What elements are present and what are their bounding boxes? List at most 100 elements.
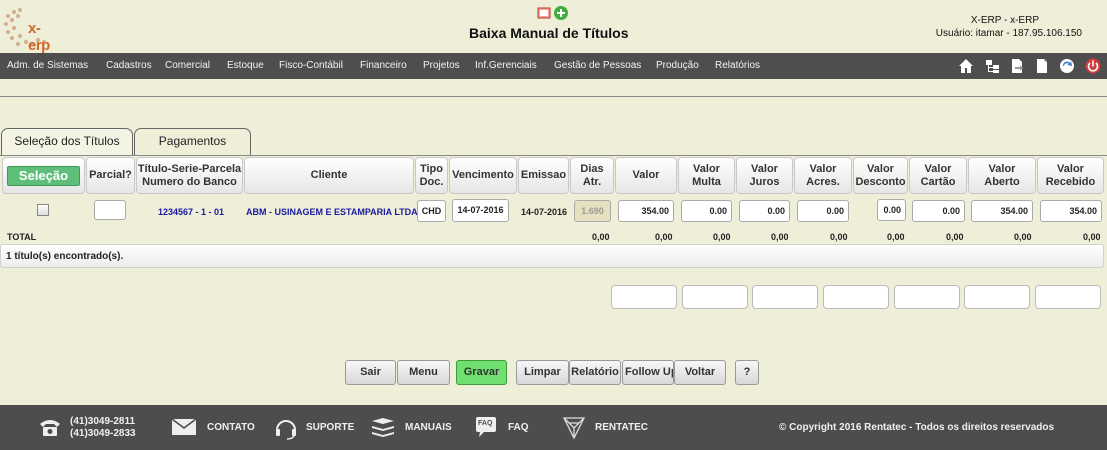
header-emissao: Emissao (518, 157, 569, 194)
tree-icon[interactable] (984, 58, 1000, 74)
company-label: X-ERP - x-ERP (970, 15, 1039, 26)
cliente-link[interactable]: ABM - USINAGEM E ESTAMPARIA LTDA. (246, 207, 420, 217)
phone-number-1: (41)3049-2811 (70, 416, 136, 427)
header-action-icons (537, 5, 571, 21)
summary-box-4 (823, 285, 889, 309)
document-icon[interactable] (1034, 58, 1050, 74)
valor-recebido-input[interactable]: 354.00 (1040, 200, 1102, 222)
header-dias-atr: Dias Atr. (570, 157, 614, 194)
limpar-button[interactable]: Limpar (516, 360, 569, 385)
dias-atr-field: 1.690 (574, 200, 611, 222)
total-label: TOTAL (7, 232, 37, 242)
total-extra: 0,00 (1083, 232, 1101, 242)
summary-box-7 (1035, 285, 1101, 309)
total-aberto: 0,00 (946, 232, 964, 242)
total-juros: 0,00 (713, 232, 731, 242)
total-cartao: 0,00 (887, 232, 905, 242)
power-icon[interactable] (1085, 58, 1101, 74)
refresh-icon[interactable] (1059, 58, 1075, 74)
menu-fisco-contabil[interactable]: Fisco-Contábil (279, 60, 343, 71)
menu-producao[interactable]: Produção (656, 60, 699, 71)
menu-comercial[interactable]: Comercial (165, 60, 210, 71)
header-cliente: Cliente (244, 157, 414, 194)
valor-acres-input[interactable]: 0.00 (797, 200, 849, 222)
header-vencimento: Vencimento (449, 157, 517, 194)
menu-projetos[interactable]: Projetos (423, 60, 460, 71)
row-select-checkbox[interactable] (37, 204, 49, 216)
tab-pagamentos[interactable]: Pagamentos (134, 128, 251, 155)
valor-aberto-field: 354.00 (971, 200, 1033, 222)
logo-text: x-erp (28, 20, 50, 54)
separator-line (0, 96, 1107, 97)
relatorio-button[interactable]: Relatório (569, 360, 621, 385)
suporte-link[interactable]: SUPORTE (306, 422, 354, 433)
new-window-icon (537, 7, 551, 19)
rentatec-logo-icon (561, 415, 587, 444)
manuais-link[interactable]: MANUAIS (405, 422, 452, 433)
menu-button[interactable]: Menu (397, 360, 450, 385)
summary-box-1 (611, 285, 677, 309)
header-valor-recebido: Valor Recebido (1037, 157, 1104, 194)
voltar-button[interactable]: Voltar (674, 360, 726, 385)
titulo-link[interactable]: 1234567 - 1 - 01 (158, 207, 224, 217)
headset-icon (274, 416, 298, 443)
header-valor-desconto: Valor Desconto (853, 157, 908, 194)
emissao-value: 14-07-2016 (521, 207, 568, 217)
parcial-input[interactable] (94, 200, 126, 220)
help-button[interactable]: ? (735, 360, 759, 385)
selection-button[interactable]: Seleção (7, 166, 80, 186)
menu-relatorios[interactable]: Relatórios (715, 60, 760, 71)
valor-multa-input[interactable]: 0.00 (681, 200, 732, 222)
header-valor-multa: Valor Multa (678, 157, 735, 194)
header-tipo-doc: Tipo Doc. (415, 157, 448, 194)
header-valor-acres: Valor Acres. (794, 157, 852, 194)
menu-estoque[interactable]: Estoque (227, 60, 264, 71)
vencimento-field[interactable]: 14-07-2016 (452, 199, 509, 222)
header-valor-juros: Valor Juros (736, 157, 793, 194)
summary-box-3 (752, 285, 818, 309)
main-menu-bar: Adm. de Sistemas Cadastros Comercial Est… (0, 53, 1107, 79)
menu-gestao-pessoas[interactable]: Gestão de Pessoas (554, 60, 641, 71)
menu-inf-gerenciais[interactable]: Inf.Gerenciais (475, 60, 537, 71)
faq-link[interactable]: FAQ (508, 422, 529, 433)
results-count: 1 título(s) encontrado(s). (6, 251, 124, 262)
header-valor-aberto: Valor Aberto (968, 157, 1036, 194)
page-title-text: Baixa Manual de Títulos (469, 25, 629, 41)
results-bar: 1 título(s) encontrado(s). (0, 244, 1104, 268)
valor-field: 354.00 (618, 200, 674, 222)
rentatec-link[interactable]: RENTATEC (595, 422, 648, 433)
total-multa: 0,00 (655, 232, 673, 242)
contato-link[interactable]: CONTATO (207, 422, 255, 433)
books-icon (371, 417, 395, 442)
header-valor-cartao: Valor Cartão (909, 157, 967, 194)
menu-cadastros[interactable]: Cadastros (106, 60, 152, 71)
tab-selecao-titulos[interactable]: Seleção dos Títulos (1, 128, 133, 155)
valor-juros-input[interactable]: 0.00 (739, 200, 790, 222)
home-icon[interactable] (958, 58, 974, 74)
total-valor: 0,00 (592, 232, 610, 242)
xerp-logo[interactable]: x-erp (2, 6, 60, 54)
header-valor: Valor (615, 157, 677, 194)
total-recebido: 0,00 (1014, 232, 1032, 242)
envelope-icon (171, 418, 197, 438)
phone-icon (38, 416, 62, 441)
tab-separator (0, 155, 1107, 156)
gravar-button[interactable]: Gravar (456, 360, 507, 385)
header-parcial: Parcial? (86, 157, 135, 194)
summary-box-6 (964, 285, 1030, 309)
menu-adm-sistemas[interactable]: Adm. de Sistemas (7, 60, 88, 71)
export-icon[interactable] (1009, 58, 1025, 74)
faq-icon-badge: FAQ (478, 420, 493, 427)
valor-cartao-input[interactable]: 0.00 (912, 200, 965, 222)
total-desconto: 0,00 (830, 232, 848, 242)
valor-desconto-input[interactable]: 0.00 (877, 199, 906, 221)
user-info-label: Usuário: itamar - 187.95.106.150 (935, 28, 1082, 39)
sair-button[interactable]: Sair (345, 360, 396, 385)
summary-box-2 (682, 285, 748, 309)
summary-box-5 (894, 285, 960, 309)
follow-up-button[interactable]: Follow Up (622, 360, 674, 385)
faq-icon: FAQ (474, 416, 498, 440)
total-acres: 0,00 (771, 232, 789, 242)
menu-financeiro[interactable]: Financeiro (360, 60, 407, 71)
footer: (41)3049-2811 (41)3049-2833 CONTATO SUPO… (0, 405, 1107, 450)
